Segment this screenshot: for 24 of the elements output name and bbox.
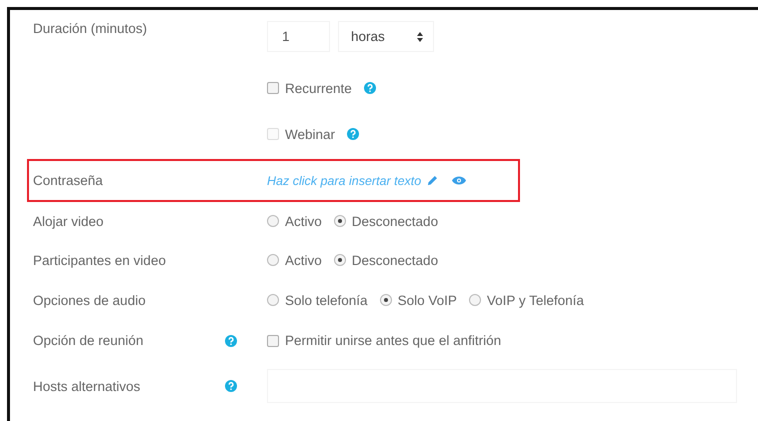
radio-option[interactable]: Solo VoIP xyxy=(380,292,457,308)
radio-option[interactable]: Desconectado xyxy=(334,214,438,228)
checkbox-option[interactable]: Recurrente xyxy=(267,80,352,96)
eye-icon[interactable] xyxy=(452,176,466,185)
help-icon[interactable] xyxy=(364,82,376,94)
radio-option[interactable]: Activo xyxy=(267,252,322,268)
field-label: Opciones de audio xyxy=(33,292,146,308)
field-label: Contraseña xyxy=(33,173,103,188)
radio-option[interactable]: Activo xyxy=(267,214,322,228)
unit-select[interactable]: horas xyxy=(338,21,434,52)
radio-option[interactable]: VoIP y Telefonía xyxy=(468,292,584,308)
field-label: Hosts alternativos xyxy=(33,378,140,394)
pencil-icon[interactable] xyxy=(427,175,438,186)
radio-option[interactable]: Desconectado xyxy=(334,252,438,268)
checkbox-option[interactable]: Permitir unirse antes que el anfitrión xyxy=(267,333,502,348)
number-field[interactable]: 1 xyxy=(267,21,330,52)
help-icon[interactable] xyxy=(225,380,237,392)
help-icon[interactable] xyxy=(225,334,237,346)
radio-option[interactable]: Solo telefonía xyxy=(267,292,368,308)
sort-icon xyxy=(417,32,423,42)
field-label: Duración (minutos) xyxy=(33,21,148,36)
field-label: Participantes en video xyxy=(33,252,166,268)
field-label: Alojar video xyxy=(33,214,104,228)
field-label: Opción de reunión xyxy=(33,333,144,348)
